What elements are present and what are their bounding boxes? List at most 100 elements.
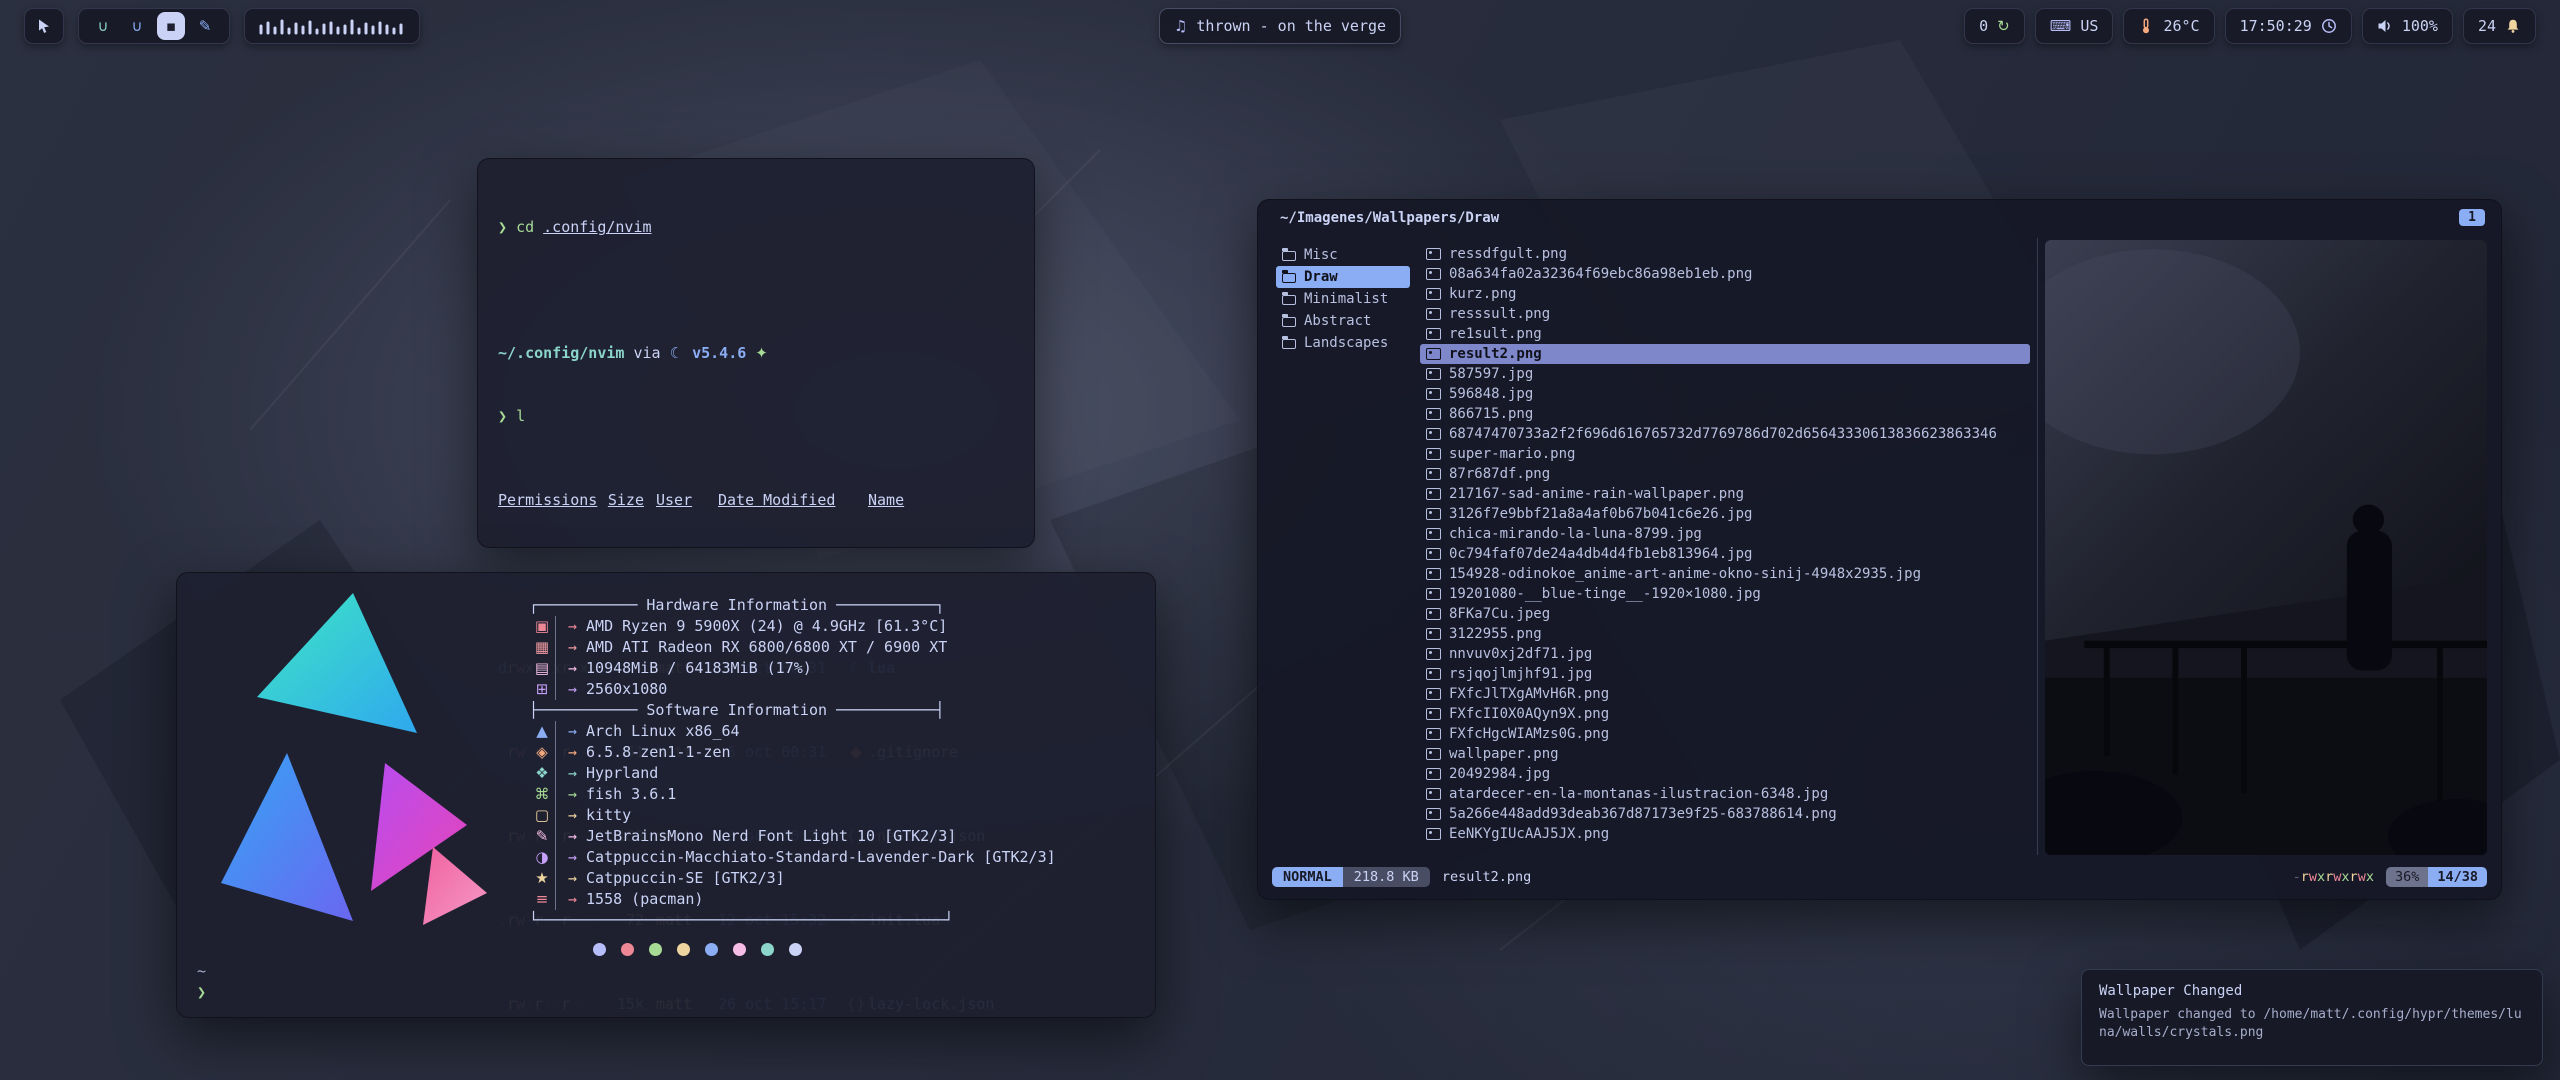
file-name: 08a634fa02a32364f69ebc86a98eb1eb.png <box>1449 266 1752 282</box>
notification-popup[interactable]: Wallpaper Changed Wallpaper changed to /… <box>2081 969 2543 1066</box>
waveform-icon <box>257 17 407 35</box>
software-info-row: ▲ →Arch Linux x86_64 <box>529 721 1137 742</box>
file-row[interactable]: 587597.jpg <box>1420 364 2030 384</box>
crystal-distro-logo <box>195 585 495 1001</box>
launcher-button[interactable] <box>24 8 64 44</box>
file-name: FXfcHgcWIAMzs0G.png <box>1449 726 1609 742</box>
image-file-icon <box>1426 728 1441 740</box>
file-row[interactable]: 19201080-__blue-tinge__-1920×1080.jpg <box>1420 584 2030 604</box>
file-row[interactable]: 596848.jpg <box>1420 384 2030 404</box>
software-item-icon: ▲ <box>529 721 555 742</box>
file-row[interactable]: 3122955.png <box>1420 624 2030 644</box>
prompt-path: ~/.config/nvim <box>498 344 624 362</box>
arrow-icon: → <box>568 805 577 826</box>
file-row[interactable]: atardecer-en-la-montanas-ilustracion-634… <box>1420 784 2030 804</box>
file-name: 596848.jpg <box>1449 386 1533 402</box>
file-row[interactable]: super-mario.png <box>1420 444 2030 464</box>
tab-badge[interactable]: 1 <box>2459 209 2485 226</box>
image-file-icon <box>1426 588 1441 600</box>
software-item-icon: ✎ <box>529 826 555 847</box>
file-row[interactable]: FXfcII0X0AQyn9X.png <box>1420 704 2030 724</box>
file-row[interactable]: kurz.png <box>1420 284 2030 304</box>
file-manager-window[interactable]: ~/Imagenes/Wallpapers/Draw 1 Misc Draw M… <box>1257 199 2502 900</box>
palette-dot <box>789 943 802 956</box>
image-file-icon <box>1426 428 1441 440</box>
info-box-footer: └───────────────────────────────────────… <box>529 910 1137 931</box>
temperature-widget[interactable]: 26°C <box>2123 8 2214 44</box>
folder-row[interactable]: Landscapes <box>1276 332 1410 354</box>
file-row[interactable]: wallpaper.png <box>1420 744 2030 764</box>
selected-file-name: result2.png <box>1442 869 1531 885</box>
keyboard-layout-widget[interactable]: ⌨ US <box>2035 8 2114 44</box>
palette-dot <box>705 943 718 956</box>
image-file-icon <box>1426 308 1441 320</box>
fetch-terminal-window[interactable]: ┌─────────── Hardware Information ──────… <box>176 572 1156 1018</box>
file-row[interactable]: nnvuv0xj2df71.jpg <box>1420 644 2030 664</box>
file-row[interactable]: 154928-odinokoe_anime-art-anime-okno-sin… <box>1420 564 2030 584</box>
shell-prompt[interactable]: ~ ❯ <box>197 961 206 1003</box>
file-row[interactable]: re1sult.png <box>1420 324 2030 344</box>
file-row[interactable]: 217167-sad-anime-rain-wallpaper.png <box>1420 484 2030 504</box>
file-row[interactable]: EeNKYgIUcAAJ5JX.png <box>1420 824 2030 844</box>
folder-row[interactable]: Minimalist <box>1276 288 1410 310</box>
file-row[interactable]: 0c794faf07de24a4db4d4fb1eb813964.jpg <box>1420 544 2030 564</box>
header-name: Name <box>868 491 904 509</box>
file-row[interactable]: resssult.png <box>1420 304 2030 324</box>
image-file-icon <box>1426 268 1441 280</box>
file-row[interactable]: ressdfgult.png <box>1420 244 2030 264</box>
workspace-button[interactable]: ✎ <box>191 12 219 40</box>
folder-row[interactable]: Abstract <box>1276 310 1410 332</box>
software-info-row: ❖ →Hyprland <box>529 763 1137 784</box>
file-row[interactable]: 08a634fa02a32364f69ebc86a98eb1eb.png <box>1420 264 2030 284</box>
prompt-flag-icon: ✦ <box>755 344 768 362</box>
workspace-button[interactable]: ▪ <box>157 12 185 40</box>
image-file-icon <box>1426 568 1441 580</box>
hardware-info-row: ▦ →AMD ATI Radeon RX 6800/6800 XT / 6900… <box>529 637 1137 658</box>
file-row[interactable]: 5a266e448add93deab367d87173e9f25-6837886… <box>1420 804 2030 824</box>
notifications-widget[interactable]: 24 <box>2463 8 2536 44</box>
software-item-value: JetBrainsMono Nerd Font Light 10 [GTK2/3… <box>586 826 956 847</box>
file-row[interactable]: 866715.png <box>1420 404 2030 424</box>
software-item-icon: ≡ <box>529 889 555 910</box>
workspace-button[interactable]: ∪ <box>123 12 151 40</box>
file-row[interactable]: 68747470733a2f2f696d616765732d7769786d70… <box>1420 424 2030 444</box>
volume-widget[interactable]: 100% <box>2362 8 2453 44</box>
software-item-value: Catppuccin-SE [GTK2/3] <box>586 868 785 889</box>
file-row[interactable]: 20492984.jpg <box>1420 764 2030 784</box>
file-row[interactable]: rsjqojlmjhf91.jpg <box>1420 664 2030 684</box>
hardware-section-header: ┌─────────── Hardware Information ──────… <box>529 595 1137 616</box>
folder-icon <box>1282 273 1296 283</box>
bell-icon <box>2505 18 2521 34</box>
file-name: kurz.png <box>1449 286 1516 302</box>
image-file-icon <box>1426 528 1441 540</box>
software-info-row: ◈ →6.5.8-zen1-1-zen <box>529 742 1137 763</box>
file-row[interactable]: 3126f7e9bbf21a8a4af0b67b041c6e26.jpg <box>1420 504 2030 524</box>
image-preview-pane[interactable] <box>2045 240 2487 855</box>
arrow-icon: → <box>568 889 577 910</box>
file-row[interactable]: result2.png <box>1420 344 2030 364</box>
thermometer-icon <box>2138 18 2154 34</box>
file-row[interactable]: 8FKa7Cu.jpeg <box>1420 604 2030 624</box>
arrow-icon: → <box>568 742 577 763</box>
file-permissions: -rwxrwxrwx <box>2293 869 2374 885</box>
file-row[interactable]: FXfcJlTXgAMvH6R.png <box>1420 684 2030 704</box>
image-file-icon <box>1426 608 1441 620</box>
file-row[interactable]: FXfcHgcWIAMzs0G.png <box>1420 724 2030 744</box>
header-size: Size <box>608 491 644 509</box>
command: cd <box>516 218 534 236</box>
folder-row[interactable]: Misc <box>1276 244 1410 266</box>
updates-widget[interactable]: 0 ↻ <box>1964 8 2025 44</box>
software-item-icon: ❖ <box>529 763 555 784</box>
file-row[interactable]: chica-mirando-la-luna-8799.jpg <box>1420 524 2030 544</box>
audio-visualizer-widget[interactable] <box>244 8 420 44</box>
terminal-window[interactable]: ❯ cd .config/nvim ~/.config/nvim via ☾ v… <box>477 158 1035 548</box>
palette-dot <box>649 943 662 956</box>
folder-name: Abstract <box>1304 313 1371 329</box>
workspace-button[interactable]: ∪ <box>89 12 117 40</box>
folder-row[interactable]: Draw <box>1276 266 1410 288</box>
arrow-icon: → <box>568 721 577 742</box>
clock-widget[interactable]: 17:50:29 <box>2225 8 2352 44</box>
breadcrumb: ~/Imagenes/Wallpapers/Draw <box>1280 210 1499 226</box>
media-player-widget[interactable]: ♫ thrown - on the verge <box>1159 8 1401 44</box>
file-row[interactable]: 87r687df.png <box>1420 464 2030 484</box>
